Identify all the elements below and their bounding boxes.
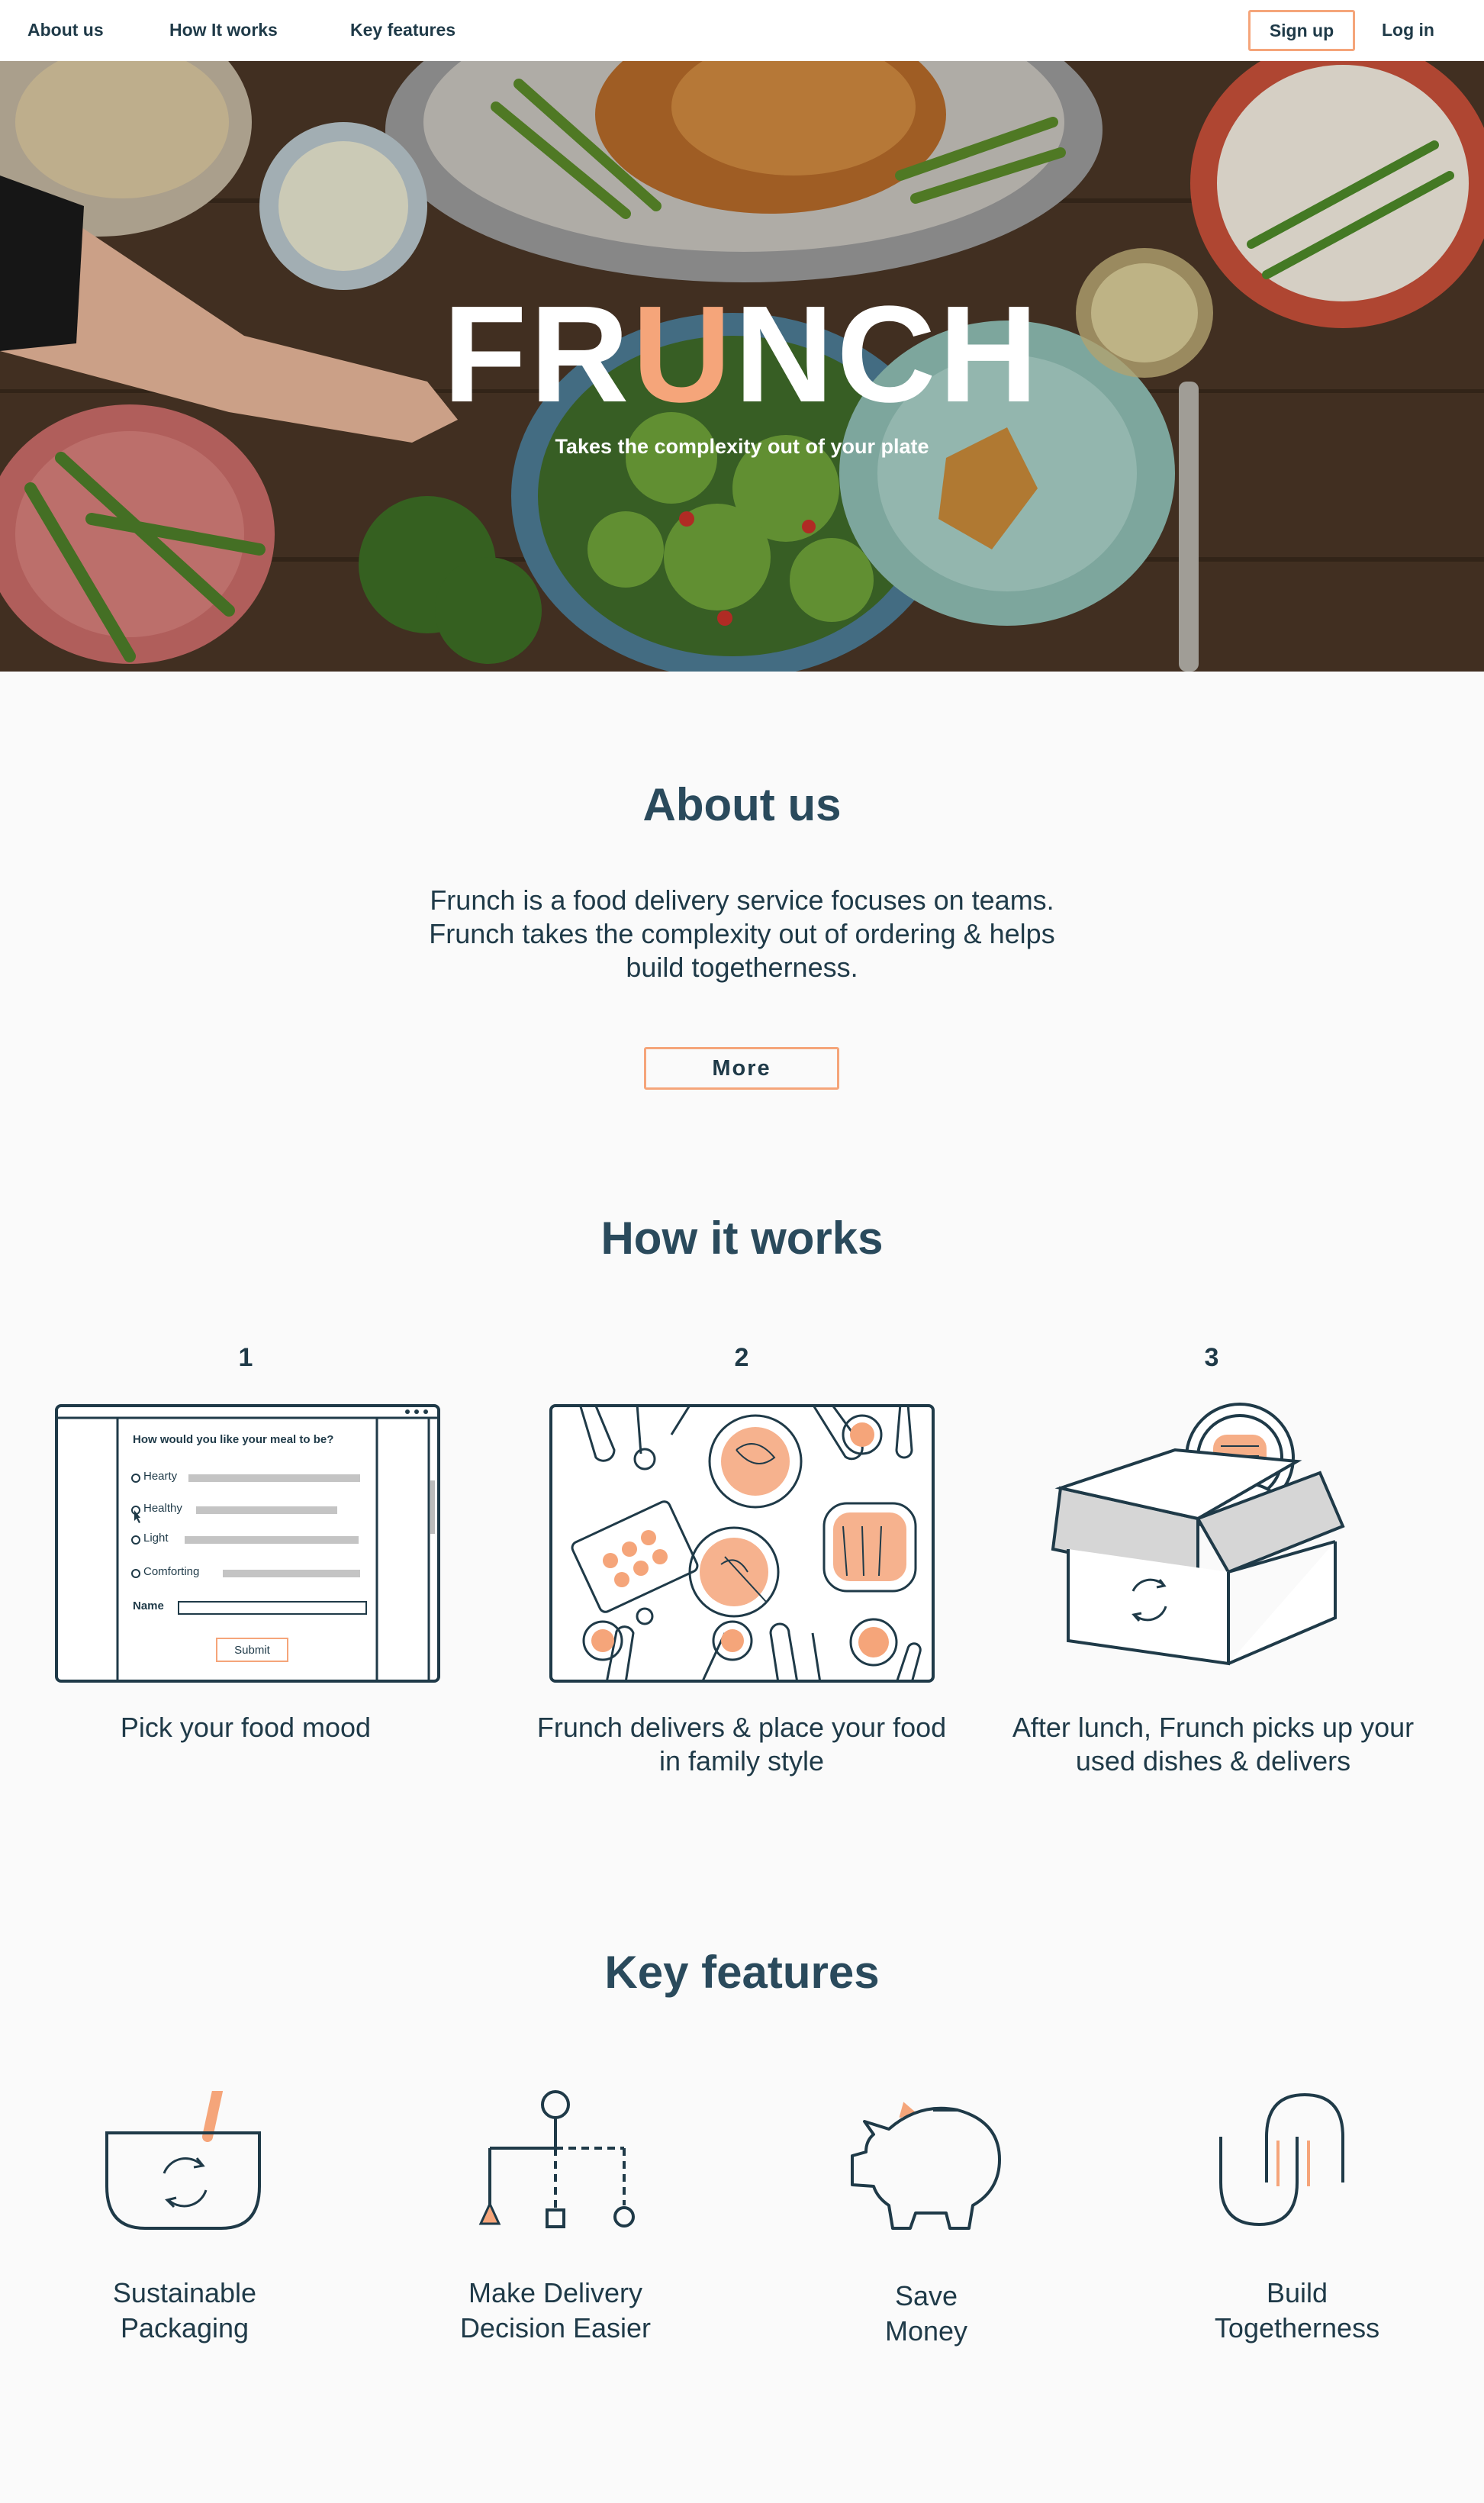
decision-tree-icon — [473, 2083, 641, 2236]
hero-logo-title: FRUNCH — [0, 286, 1484, 424]
step-1-caption: Pick your food mood — [120, 1712, 372, 1743]
top-nav: About us How It works Key features Sign … — [0, 0, 1484, 61]
hero-title-part2: NCH — [734, 278, 1041, 431]
feature-togetherness-label: Build Togetherness — [1160, 2276, 1434, 2346]
signup-label: Sign up — [1269, 20, 1334, 40]
feature-togetherness-line1: Build — [1266, 2277, 1328, 2308]
step-3-caption: After lunch, Frunch picks up your used d… — [1012, 1712, 1415, 1777]
form-option-comforting: Comforting — [143, 1565, 200, 1578]
hero-title-part1: FR — [443, 278, 633, 431]
form-option-healthy: Healthy — [143, 1502, 182, 1515]
bowl-recycle-icon — [99, 2086, 267, 2236]
form-option-hearty: Hearty — [143, 1470, 178, 1483]
step-3-number: 3 — [1204, 1343, 1219, 1372]
form-name-label: Name — [133, 1599, 164, 1612]
feature-delivery-label: Make Delivery Decision Easier — [418, 2276, 693, 2346]
dish-pickup-box-illustration — [1038, 1396, 1381, 1686]
form-question: How would you like your meal to be? — [133, 1433, 334, 1446]
hero-title-accent: U — [632, 278, 735, 431]
signup-button[interactable]: Sign up — [1248, 10, 1355, 51]
feature-delivery-line2: Decision Easier — [459, 2312, 652, 2344]
features-title: Key features — [604, 1947, 880, 1998]
feature-sustainable-line1: Sustainable — [112, 2277, 257, 2308]
hero-tagline: Takes the complexity out of your plate — [555, 435, 929, 458]
feature-togetherness-line2: Togetherness — [1214, 2312, 1380, 2344]
nav-how-link[interactable]: How It works — [169, 20, 278, 40]
how-title: How it works — [600, 1213, 884, 1264]
feature-sustainable-line2: Packaging — [120, 2312, 249, 2344]
about-title: About us — [642, 779, 842, 830]
about-description: Frunch is a food delivery service focuse… — [429, 884, 1055, 983]
family-style-table-illustration — [549, 1403, 935, 1683]
form-submit-label: Submit — [234, 1644, 270, 1657]
food-mood-form-illustration: How would you like your meal to be? Hear… — [55, 1404, 440, 1683]
feature-sustainable-label: Sustainable Packaging — [47, 2276, 322, 2346]
piggy-bank-icon — [843, 2087, 1011, 2240]
form-option-light: Light — [143, 1532, 169, 1545]
step-1-number: 1 — [238, 1343, 253, 1372]
hero-banner: FRUNCH Takes the complexity out of your … — [0, 61, 1484, 672]
step-2-caption: Frunch delivers & place your food in fam… — [536, 1712, 947, 1777]
feature-money-label: Save Money — [789, 2279, 1064, 2349]
nav-features-link[interactable]: Key features — [350, 20, 456, 40]
nav-about-link[interactable]: About us — [27, 20, 104, 40]
feature-money-line2: Money — [884, 2315, 968, 2347]
step-2-number: 2 — [734, 1343, 749, 1372]
more-button[interactable]: More — [644, 1047, 839, 1090]
togetherness-icon — [1213, 2083, 1381, 2236]
feature-delivery-line1: Make Delivery — [468, 2277, 643, 2308]
more-button-label: More — [712, 1055, 771, 1081]
login-link[interactable]: Log in — [1382, 20, 1434, 40]
feature-money-line1: Save — [894, 2280, 958, 2311]
